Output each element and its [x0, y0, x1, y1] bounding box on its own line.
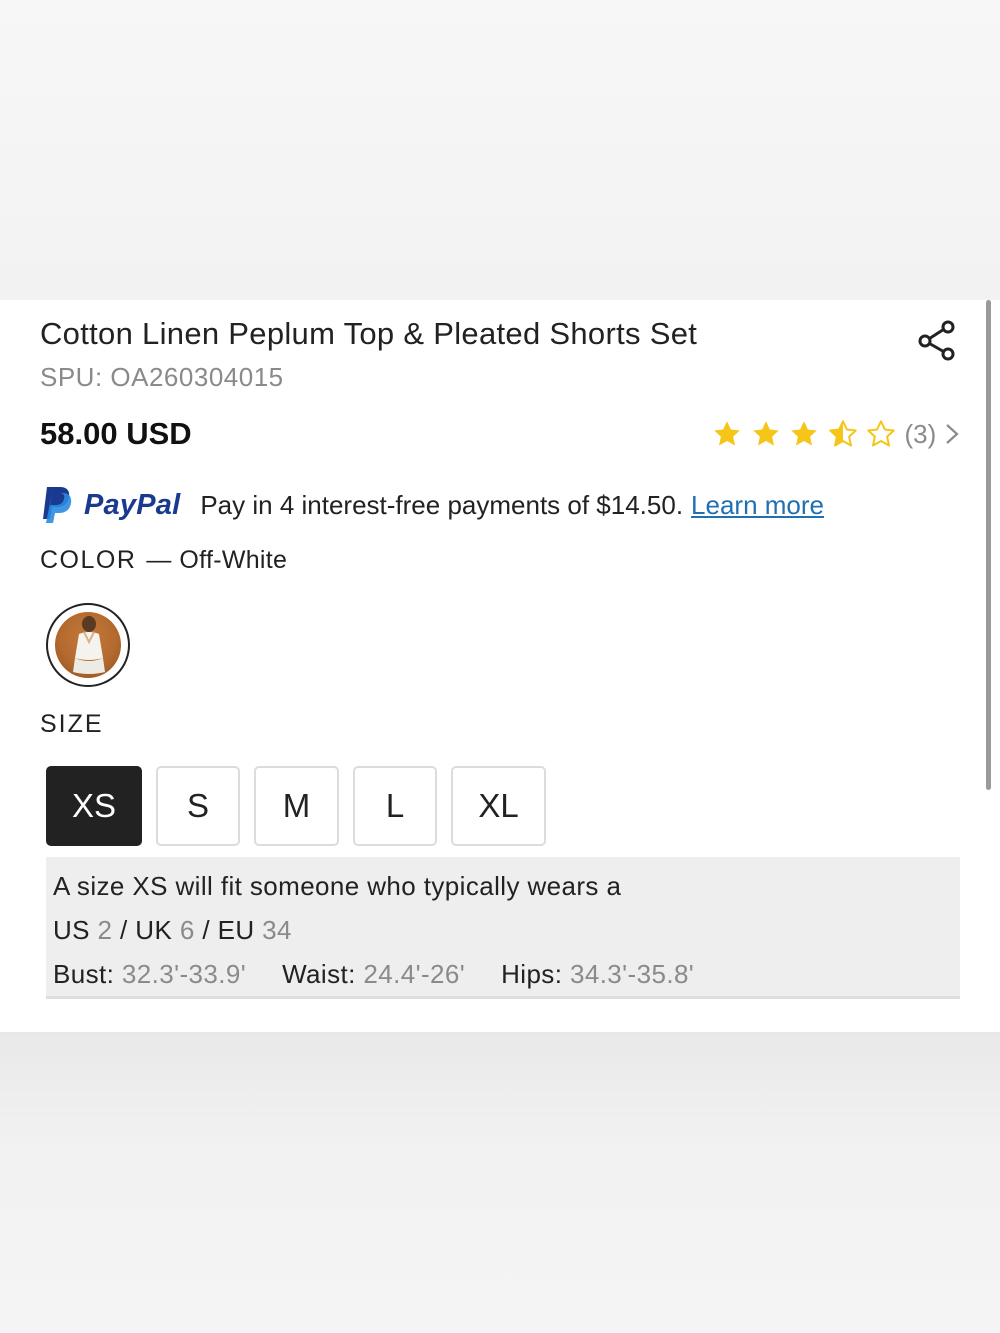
paypal-message: PayPal Pay in 4 interest-free payments o… [40, 484, 824, 526]
product-price: 58.00 USD [40, 416, 192, 451]
eu-value: 34 [262, 915, 292, 945]
chevron-right-icon [946, 424, 959, 444]
hips-label: Hips: [501, 959, 563, 989]
uk-label: UK [135, 915, 173, 945]
size-option-xl[interactable]: XL [451, 766, 546, 846]
scrollbar[interactable] [986, 300, 991, 790]
model-figure-icon [73, 616, 105, 674]
size-label: SIZE [40, 710, 104, 738]
backdrop-bottom [0, 1032, 1000, 1333]
size-option-xs[interactable]: XS [46, 766, 142, 846]
star-icon [752, 421, 779, 446]
bust-label: Bust: [53, 959, 115, 989]
color-separator: — [146, 546, 172, 574]
product-spu: SPU: OA260304015 [40, 362, 284, 392]
eu-label: EU [217, 915, 255, 945]
size-fit-text: A size XS will fit someone who typically… [53, 871, 622, 901]
color-selection-label: COLOR — Off-White [40, 546, 287, 575]
color-swatch-off-white[interactable] [46, 603, 130, 687]
paypal-wordmark: PayPal [84, 488, 181, 521]
product-title: Cotton Linen Peplum Top & Pleated Shorts… [40, 316, 698, 351]
bust-value: 32.3'-33.9' [121, 959, 247, 989]
waist-label: Waist: [282, 959, 356, 989]
size-option-m[interactable]: M [254, 766, 339, 846]
waist-value: 24.4'-26' [363, 959, 466, 989]
paypal-installment-text: Pay in 4 interest-free payments of $14.5… [200, 489, 684, 520]
size-conversion: US 2 / UK 6 / EU 34 [53, 915, 292, 945]
size-option-s[interactable]: S [156, 766, 240, 846]
size-options: XS S M L XL [46, 766, 560, 846]
color-label: COLOR [40, 546, 137, 574]
color-selected-value: Off-White [179, 546, 288, 574]
paypal-logo-icon [43, 487, 72, 523]
product-details-card: Cotton Linen Peplum Top & Pleated Shorts… [0, 300, 1000, 1032]
half-star-icon [828, 420, 857, 447]
size-fit-info: A size XS will fit someone who typically… [46, 857, 960, 999]
uk-value: 6 [179, 915, 195, 945]
color-swatch-image [55, 612, 121, 678]
star-icon [714, 421, 740, 446]
size-option-l[interactable]: L [353, 766, 437, 846]
size-measurements: Bust: 32.3'-33.9' Waist: 24.4'-26' Hips: 3… [53, 959, 694, 990]
review-count: (3) [904, 418, 937, 449]
star-icon [791, 421, 817, 446]
us-label: US [53, 915, 90, 945]
paypal-learn-more-link[interactable]: Learn more [691, 490, 824, 521]
product-rating[interactable]: (3) [712, 416, 960, 452]
empty-star-icon [867, 420, 895, 447]
backdrop-top [0, 0, 1000, 300]
share-icon[interactable] [917, 319, 957, 361]
us-value: 2 [97, 915, 113, 945]
hips-value: 34.3'-35.8' [569, 959, 695, 989]
